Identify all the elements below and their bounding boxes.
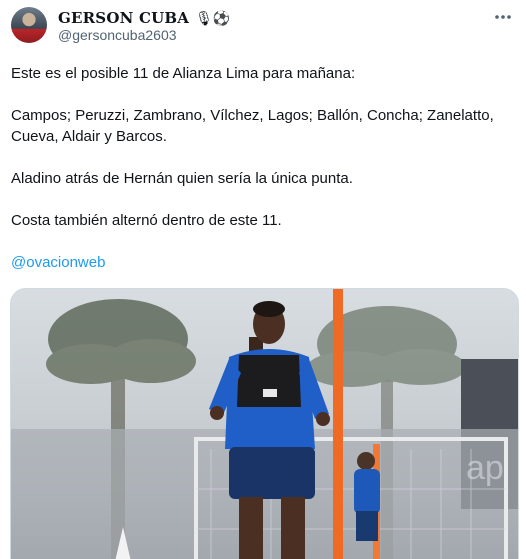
more-horizontal-icon bbox=[495, 15, 511, 19]
author-name-row: GERSON CUBA 🎙⚽ bbox=[58, 8, 230, 28]
avatar[interactable] bbox=[11, 7, 47, 43]
tweet-line: Este es el posible 11 de Alianza Lima pa… bbox=[11, 65, 356, 82]
tweet-line: Aladino atrás de Hernán quien sería la ú… bbox=[11, 170, 353, 187]
microphone-soccer-emoji: 🎙⚽ bbox=[195, 10, 231, 26]
tweet-text: Este es el posible 11 de Alianza Lima pa… bbox=[11, 63, 516, 273]
wall-lettering: ap bbox=[466, 449, 504, 487]
user-handle[interactable]: @gersoncuba2603 bbox=[58, 27, 177, 43]
tweet-line: Costa también alternó dentro de este 11. bbox=[11, 212, 282, 229]
tweet-photo[interactable]: ap bbox=[10, 288, 519, 559]
mention-link[interactable]: @ovacionweb bbox=[11, 254, 105, 271]
training-photo-illustration: ap bbox=[11, 289, 518, 559]
display-name[interactable]: GERSON CUBA bbox=[58, 9, 189, 27]
more-options-button[interactable] bbox=[492, 8, 514, 26]
tweet-line: Campos; Peruzzi, Zambrano, Vílchez, Lago… bbox=[11, 107, 494, 145]
training-pole bbox=[333, 289, 343, 559]
